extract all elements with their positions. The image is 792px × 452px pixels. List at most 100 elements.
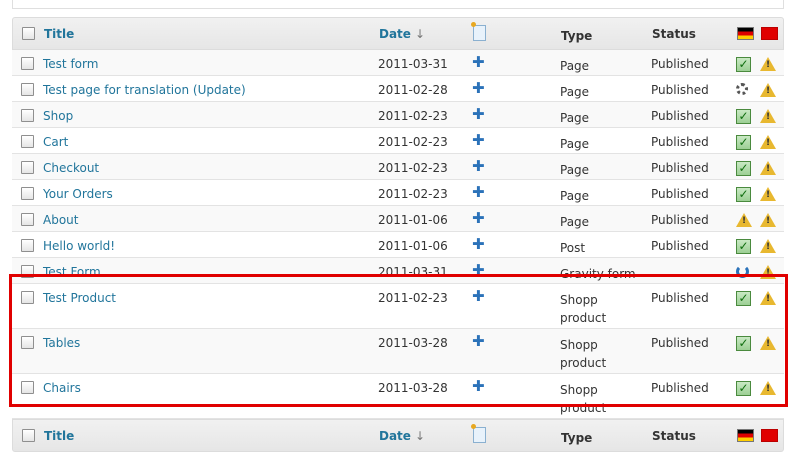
row-status: Published — [651, 291, 709, 305]
check-icon[interactable]: ✓ — [736, 109, 751, 124]
row-type: Shopp product — [560, 381, 606, 417]
warning-icon[interactable] — [760, 291, 776, 305]
plus-icon[interactable]: ✚ — [472, 133, 485, 148]
german-flag-icon — [737, 27, 754, 40]
check-icon[interactable]: ✓ — [736, 161, 751, 176]
row-type-line-1: Post — [560, 241, 586, 255]
row-checkbox[interactable] — [21, 381, 34, 394]
row-status: Published — [651, 213, 709, 227]
warning-icon[interactable] — [760, 135, 776, 149]
row-checkbox[interactable] — [21, 336, 34, 349]
row-title-link[interactable]: Tables — [43, 336, 80, 350]
warning-icon[interactable] — [736, 213, 752, 227]
row-status: Published — [651, 161, 709, 175]
row-title-link[interactable]: Chairs — [43, 381, 81, 395]
row-title-link[interactable]: Shop — [43, 109, 73, 123]
warning-icon[interactable] — [760, 213, 776, 227]
row-title-link[interactable]: Test form — [43, 57, 98, 71]
warning-icon[interactable] — [760, 187, 776, 201]
check-icon[interactable]: ✓ — [736, 381, 751, 396]
warning-icon[interactable] — [760, 109, 776, 123]
table-row: About 2011-01-06 ✚ Page Published — [12, 206, 784, 232]
check-icon[interactable]: ✓ — [736, 239, 751, 254]
warning-icon[interactable] — [760, 336, 776, 350]
row-checkbox[interactable] — [21, 109, 34, 122]
column-date-label: Date — [379, 27, 411, 41]
row-type-line-1: Page — [560, 215, 590, 229]
plus-icon[interactable]: ✚ — [472, 334, 485, 349]
row-title-link[interactable]: Hello world! — [43, 239, 115, 253]
check-icon[interactable]: ✓ — [736, 336, 751, 351]
row-checkbox[interactable] — [21, 135, 34, 148]
warning-icon[interactable] — [760, 381, 776, 395]
column-title-header[interactable]: Title — [44, 27, 74, 41]
plus-icon[interactable]: ✚ — [472, 55, 485, 70]
row-checkbox[interactable] — [21, 239, 34, 252]
row-date: 2011-03-31 — [378, 265, 448, 279]
table-row: Shop 2011-02-23 ✚ Page Published ✓ — [12, 102, 784, 128]
table-row: Your Orders 2011-02-23 ✚ Page Published ✓ — [12, 180, 784, 206]
plus-icon[interactable]: ✚ — [472, 379, 485, 394]
row-title-link[interactable]: Your Orders — [43, 187, 113, 201]
warning-icon[interactable] — [760, 239, 776, 253]
plus-icon[interactable]: ✚ — [472, 211, 485, 226]
row-date: 2011-02-23 — [378, 161, 448, 175]
row-title-link[interactable]: Checkout — [43, 161, 99, 175]
warning-icon[interactable] — [760, 265, 776, 279]
row-checkbox[interactable] — [21, 57, 34, 70]
row-title-link[interactable]: About — [43, 213, 78, 227]
plus-icon[interactable]: ✚ — [472, 81, 485, 96]
row-type: Page — [560, 187, 589, 205]
refresh-icon[interactable] — [736, 265, 749, 278]
column-type-header: Type — [561, 29, 593, 43]
table-header: Title Date ↓ Type Status — [12, 17, 784, 50]
row-checkbox[interactable] — [21, 161, 34, 174]
row-type-line-1: Page — [560, 137, 590, 151]
warning-icon[interactable] — [760, 57, 776, 71]
row-status: Published — [651, 239, 709, 253]
table-row: Checkout 2011-02-23 ✚ Page Published ✓ — [12, 154, 784, 180]
select-all-checkbox[interactable] — [22, 27, 35, 40]
row-checkbox[interactable] — [21, 265, 34, 278]
column-title-footer[interactable]: Title — [44, 429, 74, 443]
row-title-link[interactable]: Cart — [43, 135, 68, 149]
row-title-link[interactable]: Test Product — [43, 291, 116, 305]
row-date: 2011-02-23 — [378, 135, 448, 149]
plus-icon[interactable]: ✚ — [472, 107, 485, 122]
plus-icon[interactable]: ✚ — [472, 237, 485, 252]
row-status: Published — [651, 336, 709, 350]
table-row: Test form 2011-03-31 ✚ Page Published ✓ — [12, 50, 784, 76]
row-type: Page — [560, 83, 589, 101]
check-icon[interactable]: ✓ — [736, 57, 751, 72]
plus-icon[interactable]: ✚ — [472, 263, 485, 278]
plus-icon[interactable]: ✚ — [472, 185, 485, 200]
row-type: Page — [560, 57, 589, 75]
plus-icon[interactable]: ✚ — [472, 159, 485, 174]
check-icon[interactable]: ✓ — [736, 135, 751, 150]
row-checkbox[interactable] — [21, 83, 34, 96]
row-checkbox[interactable] — [21, 187, 34, 200]
row-type-line-2: product — [560, 311, 607, 325]
row-date: 2011-02-23 — [378, 109, 448, 123]
row-checkbox[interactable] — [21, 213, 34, 226]
column-date-footer[interactable]: Date ↓ — [379, 429, 425, 443]
row-type-line-1: Gravity form — [560, 267, 636, 281]
warning-icon[interactable] — [760, 161, 776, 175]
column-date-header[interactable]: Date ↓ — [379, 27, 425, 41]
select-all-checkbox-footer[interactable] — [22, 429, 35, 442]
row-type-line-1: Shopp — [560, 383, 598, 397]
table-row: Test page for translation (Update) 2011-0… — [12, 76, 784, 102]
row-type-line-1: Page — [560, 163, 590, 177]
warning-icon[interactable] — [760, 83, 776, 97]
row-type: Page — [560, 161, 589, 179]
row-type: Gravity form — [560, 265, 636, 283]
check-icon[interactable]: ✓ — [736, 187, 751, 202]
check-icon[interactable]: ✓ — [736, 291, 751, 306]
spinner-icon[interactable] — [736, 83, 748, 95]
row-date: 2011-02-28 — [378, 83, 448, 97]
row-title-link[interactable]: Test Form — [43, 265, 101, 279]
table-row: Cart 2011-02-23 ✚ Page Published ✓ — [12, 128, 784, 154]
row-title-link[interactable]: Test page for translation (Update) — [43, 83, 246, 97]
plus-icon[interactable]: ✚ — [472, 289, 485, 304]
row-checkbox[interactable] — [21, 291, 34, 304]
